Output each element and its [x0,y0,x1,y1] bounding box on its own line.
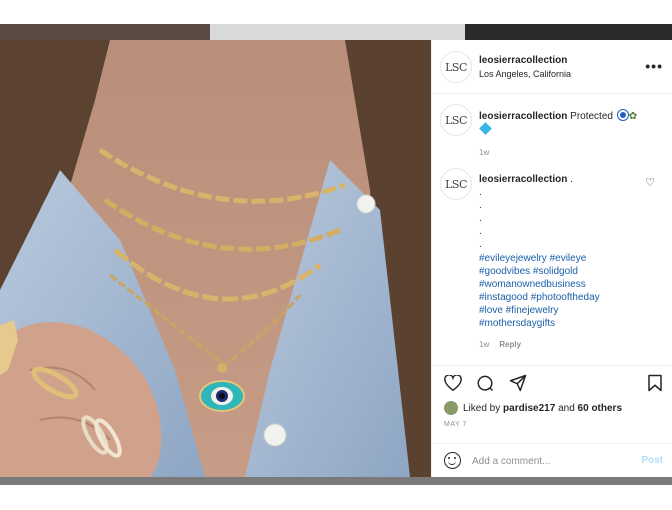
comment2-trail: . [570,174,573,185]
avatar-text: LSC [445,113,467,127]
bookmark-icon[interactable] [647,374,663,397]
bottom-backdrop-strip [0,477,672,485]
hashtag-line[interactable]: #womanownedbusiness [479,278,659,291]
hashtag-line[interactable]: #mothersdaygifts [479,317,659,330]
header-location[interactable]: Los Angeles, California [479,69,571,79]
liker-avatar[interactable] [444,401,458,415]
diamond-emoji-icon [479,122,492,135]
dot-line: . [479,200,482,211]
backdrop-block-right [465,24,672,40]
header-username[interactable]: leosierracollection [479,55,567,66]
heart-icon[interactable] [444,374,462,396]
emoji-icon[interactable] [444,452,461,469]
comment2-meta: 1w Reply [479,340,531,349]
comment1-avatar[interactable]: LSC [440,104,472,136]
avatar-text: LSC [445,177,467,191]
action-icons [444,374,537,394]
comment2-username[interactable]: leosierracollection [479,174,567,185]
evil-eye-emoji-icon [617,110,628,120]
dot-line: . [479,187,482,198]
dot-line: . [479,239,482,250]
liked-prefix: Liked by [463,402,501,414]
post-photo[interactable] [0,40,431,477]
more-options-icon[interactable]: ••• [645,58,663,74]
liked-by-line: Liked by pardise217 and 60 others [444,401,622,415]
comment-like-heart-icon[interactable]: ♡ [645,176,655,189]
post-date[interactable]: MAY 7 [444,421,467,428]
caption-dots: . . . . . [479,186,482,251]
avatar-text: LSC [445,60,467,74]
comment1-emoji-row [479,122,492,136]
hashtag-line[interactable]: #love #finejewelry [479,304,659,317]
hashtag-line[interactable]: #instagood #photooftheday [479,291,659,304]
comment1-username[interactable]: leosierracollection [479,111,567,122]
comment2-line: leosierracollection . [479,174,573,185]
dot-line: . [479,226,482,237]
add-comment-bar: Post [432,443,672,477]
comment-icon[interactable] [476,374,494,397]
liked-others[interactable]: 60 others [578,403,622,414]
liked-and: and [558,402,575,414]
comment1-line: leosierracollection Protected ✿ [479,110,659,122]
share-icon[interactable] [509,374,527,397]
comment1-text: Protected [570,111,613,122]
dot-line: . [479,213,482,224]
comment1-time: 1w [479,148,490,157]
hashtag-line[interactable]: #evileyejewelry #evileye [479,252,659,265]
post-header: LSC leosierracollection Los Angeles, Cal… [432,40,672,94]
necklace-photo-illustration [0,40,431,477]
hashtag-list: #evileyejewelry #evileye #goodvibes #sol… [479,252,659,330]
post-side-panel: LSC leosierracollection Los Angeles, Cal… [431,40,672,477]
account-avatar[interactable]: LSC [440,51,472,83]
backdrop-block-left [0,24,210,40]
hashtag-line[interactable]: #goodvibes #solidgold [479,265,659,278]
top-backdrop-strip [0,24,672,40]
add-comment-input[interactable] [472,452,622,470]
reply-button[interactable]: Reply [499,340,521,349]
liked-user[interactable]: pardise217 [503,403,555,414]
comment2-avatar[interactable]: LSC [440,168,472,200]
comment2-time: 1w [479,340,490,349]
post-comment-button[interactable]: Post [641,455,663,466]
plant-emoji-icon: ✿ [628,111,638,122]
